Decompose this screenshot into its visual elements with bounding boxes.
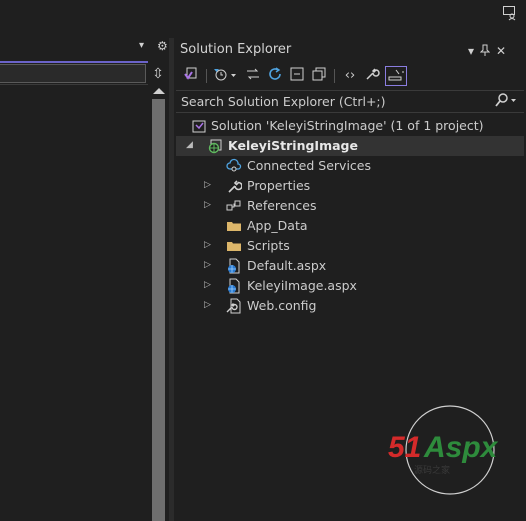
connected-services-icon bbox=[226, 158, 242, 174]
gear-icon[interactable]: ⚙ bbox=[157, 39, 168, 53]
switch-views-icon[interactable] bbox=[181, 66, 201, 86]
tree-item-connected-services[interactable]: Connected Services bbox=[176, 156, 524, 176]
tree-item-solution[interactable]: Solution 'KeleyiStringImage' (1 of 1 pro… bbox=[176, 116, 524, 136]
config-file-icon bbox=[226, 298, 242, 314]
tree-item-project[interactable]: ◢ KeleyiStringImage bbox=[176, 136, 524, 156]
preview-selected-items-icon[interactable] bbox=[385, 66, 407, 86]
toolbar-separator bbox=[334, 69, 335, 83]
pin-icon[interactable] bbox=[479, 44, 491, 59]
tree-item-scripts[interactable]: ▷ Scripts bbox=[176, 236, 524, 256]
web-page-icon bbox=[226, 278, 242, 294]
close-icon[interactable]: ✕ bbox=[496, 44, 506, 58]
tree-item-properties[interactable]: ▷ Properties bbox=[176, 176, 524, 196]
folder-icon bbox=[226, 238, 242, 254]
search-options-icon[interactable] bbox=[495, 93, 517, 111]
watermark-logo: 51 Aspx 源码之家 bbox=[388, 403, 512, 497]
scrollbar-thumb[interactable] bbox=[152, 99, 165, 521]
tree-item-label: KeleyiImage.aspx bbox=[247, 278, 357, 293]
split-editor-icon[interactable]: ⇳ bbox=[149, 65, 167, 83]
tree-item-references[interactable]: ▷ References bbox=[176, 196, 524, 216]
collapsed-arrow-icon[interactable]: ▷ bbox=[204, 300, 211, 310]
web-page-icon bbox=[226, 258, 242, 274]
tree-item-label: Default.aspx bbox=[247, 258, 327, 273]
tree-item-label: Solution 'KeleyiStringImage' (1 of 1 pro… bbox=[211, 118, 484, 133]
tree-item-default-aspx[interactable]: ▷ Default.aspx bbox=[176, 256, 524, 276]
expanded-arrow-icon[interactable]: ◢ bbox=[186, 140, 193, 150]
web-project-icon bbox=[207, 138, 223, 154]
wrench-icon bbox=[226, 178, 243, 194]
toolbar-separator bbox=[206, 69, 207, 83]
collapsed-arrow-icon[interactable]: ▷ bbox=[204, 260, 211, 270]
show-all-files-icon[interactable] bbox=[310, 66, 328, 86]
tree-item-label: App_Data bbox=[247, 218, 308, 233]
panel-title: Solution Explorer bbox=[180, 42, 292, 57]
refresh-icon[interactable] bbox=[266, 66, 284, 86]
collapsed-arrow-icon[interactable]: ▷ bbox=[204, 180, 211, 190]
solution-explorer-toolbar: ‹› bbox=[177, 63, 522, 88]
tree-item-label: KeleyiStringImage bbox=[228, 138, 358, 153]
properties-wrench-icon[interactable] bbox=[363, 66, 381, 86]
editor-divider bbox=[0, 84, 148, 85]
tree-item-label: Connected Services bbox=[247, 158, 371, 173]
sync-with-document-icon[interactable] bbox=[244, 66, 262, 86]
dropdown-icon[interactable]: ▾ bbox=[139, 40, 144, 51]
svg-text:源码之家: 源码之家 bbox=[414, 464, 450, 476]
solution-icon bbox=[191, 118, 207, 134]
svg-text:51: 51 bbox=[388, 431, 421, 464]
scroll-up-arrow-icon[interactable] bbox=[153, 88, 165, 94]
tree-item-web-config[interactable]: ▷ Web.config bbox=[176, 296, 524, 316]
folder-icon bbox=[226, 218, 242, 234]
active-tab-accent bbox=[0, 61, 148, 63]
window-position-dropdown-icon[interactable]: ▾ bbox=[468, 44, 474, 58]
window-top-strip bbox=[0, 0, 526, 38]
collapsed-arrow-icon[interactable]: ▷ bbox=[204, 280, 211, 290]
pane-splitter[interactable] bbox=[169, 38, 174, 521]
tree-item-label: Web.config bbox=[247, 298, 317, 313]
tree-item-label: Scripts bbox=[247, 238, 290, 253]
collapse-all-icon[interactable] bbox=[288, 66, 306, 86]
references-icon bbox=[226, 198, 242, 214]
tree-item-label: References bbox=[247, 198, 317, 213]
tree-item-keleyiimage-aspx[interactable]: ▷ KeleyiImage.aspx bbox=[176, 276, 524, 296]
svg-text:Aspx: Aspx bbox=[423, 431, 499, 464]
pending-changes-filter-icon[interactable] bbox=[211, 66, 239, 86]
view-code-icon[interactable]: ‹› bbox=[341, 66, 359, 86]
collapsed-arrow-icon[interactable]: ▷ bbox=[204, 240, 211, 250]
collapsed-arrow-icon[interactable]: ▷ bbox=[204, 200, 211, 210]
tree-item-label: Properties bbox=[247, 178, 311, 193]
search-placeholder[interactable]: Search Solution Explorer (Ctrl+;) bbox=[181, 94, 386, 109]
feedback-icon[interactable] bbox=[502, 5, 518, 21]
panel-title-buttons: ▾ ✕ bbox=[468, 42, 520, 60]
navigation-bar-input[interactable] bbox=[0, 64, 146, 83]
tree-item-app-data[interactable]: App_Data bbox=[176, 216, 524, 236]
